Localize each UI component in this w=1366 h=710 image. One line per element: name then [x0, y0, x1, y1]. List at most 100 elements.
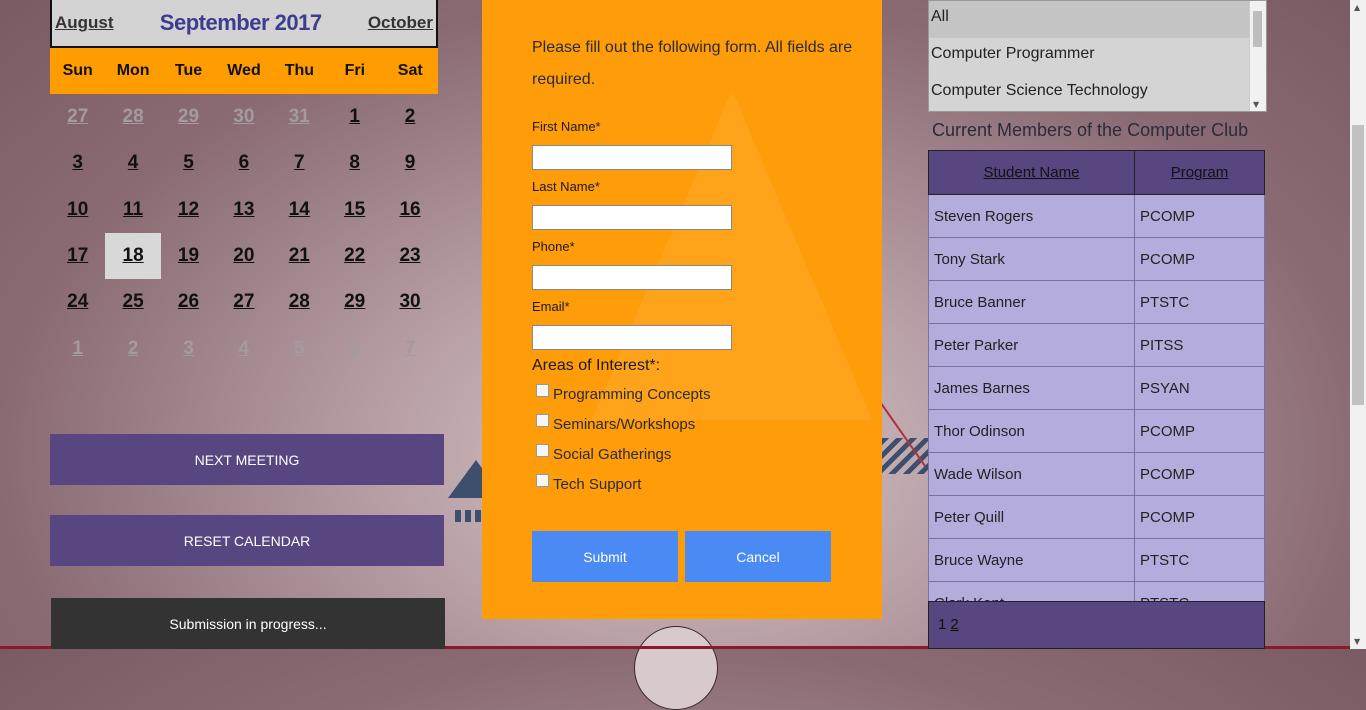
weekday-label: Mon [116, 62, 150, 79]
interest-checkbox[interactable] [536, 474, 549, 487]
calendar-day[interactable]: 1 [327, 94, 382, 140]
calendar-day[interactable]: 11 [105, 187, 160, 233]
calendar-day[interactable]: 5 [272, 325, 327, 371]
scroll-up-icon[interactable]: ▲ [1354, 3, 1360, 12]
background-stripes [882, 438, 928, 474]
weekday-label: Tue [174, 62, 203, 79]
calendar-day[interactable]: 4 [216, 325, 271, 371]
table-row: Wade Wilson PCOMP [928, 452, 1265, 496]
student-name-cell: James Barnes [928, 366, 1135, 410]
calendar-day[interactable]: 27 [216, 279, 271, 325]
submit-button[interactable]: Submit [532, 531, 678, 582]
program-cell: PCOMP [1134, 495, 1265, 539]
calendar-day[interactable]: 26 [161, 279, 216, 325]
interest-option[interactable]: Programming Concepts [536, 384, 711, 403]
calendar-day[interactable]: 24 [50, 279, 105, 325]
weekday-label: Fri [344, 62, 366, 79]
student-name-cell: Thor Odinson [928, 409, 1135, 453]
table-row: Peter Parker PITSS [928, 323, 1265, 367]
interest-checkbox[interactable] [536, 384, 549, 397]
calendar-day[interactable]: 30 [216, 94, 271, 140]
interest-option[interactable]: Tech Support [536, 474, 642, 493]
calendar-day[interactable]: 22 [327, 233, 382, 279]
calendar-day[interactable]: 3 [161, 325, 216, 371]
calendar-day[interactable]: 8 [327, 140, 382, 186]
calendar-day[interactable]: 6 [216, 140, 271, 186]
scroll-down-icon[interactable]: ▼ [1253, 100, 1259, 109]
calendar-day[interactable]: 12 [161, 187, 216, 233]
student-name-cell: Bruce Banner [928, 280, 1135, 324]
column-header-program[interactable]: Program [1134, 150, 1265, 195]
reset-calendar-button[interactable]: RESET CALENDAR [50, 515, 444, 566]
cancel-button[interactable]: Cancel [685, 531, 831, 582]
calendar-day[interactable]: 7 [272, 140, 327, 186]
calendar-day[interactable]: 25 [105, 279, 160, 325]
calendar-day[interactable]: 30 [382, 279, 437, 325]
phone-input[interactable] [532, 265, 732, 290]
calendar-day[interactable]: 4 [105, 140, 160, 186]
calendar-day[interactable]: 2 [105, 325, 160, 371]
calendar-day[interactable]: 14 [272, 187, 327, 233]
email-input[interactable] [532, 325, 732, 350]
calendar-day[interactable]: 2 [382, 94, 437, 140]
first-name-input[interactable] [532, 145, 732, 170]
last-name-input[interactable] [532, 205, 732, 230]
column-header-student-name[interactable]: Student Name [928, 150, 1135, 195]
calendar-day[interactable]: 29 [161, 94, 216, 140]
calendar-day[interactable]: 19 [161, 233, 216, 279]
email-label: Email* [532, 299, 570, 314]
table-row: James Barnes PSYAN [928, 366, 1265, 410]
calendar-grid: 27 28 29 30 31 1 2 3 4 5 6 7 8 9 10 11 12 13 14 15 16 17 18 19 2… [50, 94, 438, 372]
calendar-day[interactable]: 29 [327, 279, 382, 325]
calendar-day[interactable]: 10 [50, 187, 105, 233]
calendar-day[interactable]: 5 [161, 140, 216, 186]
program-option[interactable]: Computer Science Technology [929, 69, 1266, 111]
interest-checkbox[interactable] [536, 444, 549, 457]
calendar-day-today[interactable]: 18 [105, 232, 161, 280]
next-month-link[interactable]: October [368, 13, 433, 33]
program-cell: PITSS [1134, 323, 1265, 367]
scroll-down-icon[interactable]: ▼ [1354, 637, 1360, 646]
page-scrollbar[interactable]: ▲ ▼ [1350, 0, 1366, 649]
program-filter-listbox[interactable]: All Computer Programmer Computer Science… [928, 0, 1267, 112]
program-cell: PCOMP [1134, 409, 1265, 453]
calendar-day[interactable]: 16 [382, 187, 437, 233]
calendar-day[interactable]: 20 [216, 233, 271, 279]
calendar-day[interactable]: 23 [382, 233, 437, 279]
page-link[interactable]: 2 [950, 616, 958, 633]
calendar-day[interactable]: 9 [382, 140, 437, 186]
submission-status: Submission in progress... [51, 598, 445, 649]
calendar-day[interactable]: 17 [50, 233, 105, 279]
calendar-day[interactable]: 15 [327, 187, 382, 233]
calendar-day[interactable]: 1 [50, 325, 105, 371]
interest-checkbox[interactable] [536, 414, 549, 427]
next-meeting-button[interactable]: NEXT MEETING [50, 434, 444, 485]
program-cell: PCOMP [1134, 452, 1265, 496]
signup-form: Please fill out the following form. All … [482, 0, 882, 619]
calendar-day[interactable]: 28 [272, 279, 327, 325]
program-cell: PCOMP [1134, 194, 1265, 238]
page-scrollbar-thumb[interactable] [1352, 125, 1364, 405]
calendar: August September 2017 October Sun Mon Tue W… [50, 0, 438, 372]
interest-label: Programming Concepts [553, 386, 711, 403]
program-cell: PSYAN [1134, 366, 1265, 410]
calendar-day[interactable]: 21 [272, 233, 327, 279]
interest-option[interactable]: Seminars/Workshops [536, 414, 695, 433]
scrollbar-thumb[interactable] [1253, 11, 1262, 47]
listbox-scrollbar[interactable]: ▼ [1249, 1, 1266, 111]
interests-title: Areas of Interest*: [532, 357, 661, 374]
calendar-day[interactable]: 3 [50, 140, 105, 186]
first-name-label: First Name* [532, 119, 601, 134]
calendar-day[interactable]: 31 [272, 94, 327, 140]
calendar-day[interactable]: 27 [50, 94, 105, 140]
prev-month-link[interactable]: August [55, 13, 114, 33]
calendar-day[interactable]: 7 [382, 325, 437, 371]
weekday-label: Sat [397, 62, 423, 79]
interest-option[interactable]: Social Gatherings [536, 444, 671, 463]
program-cell: PTSTC [1134, 280, 1265, 324]
calendar-day[interactable]: 13 [216, 187, 271, 233]
interest-label: Tech Support [553, 476, 642, 493]
calendar-day[interactable]: 28 [105, 94, 160, 140]
calendar-day[interactable]: 6 [327, 325, 382, 371]
student-name-cell: Peter Parker [928, 323, 1135, 367]
